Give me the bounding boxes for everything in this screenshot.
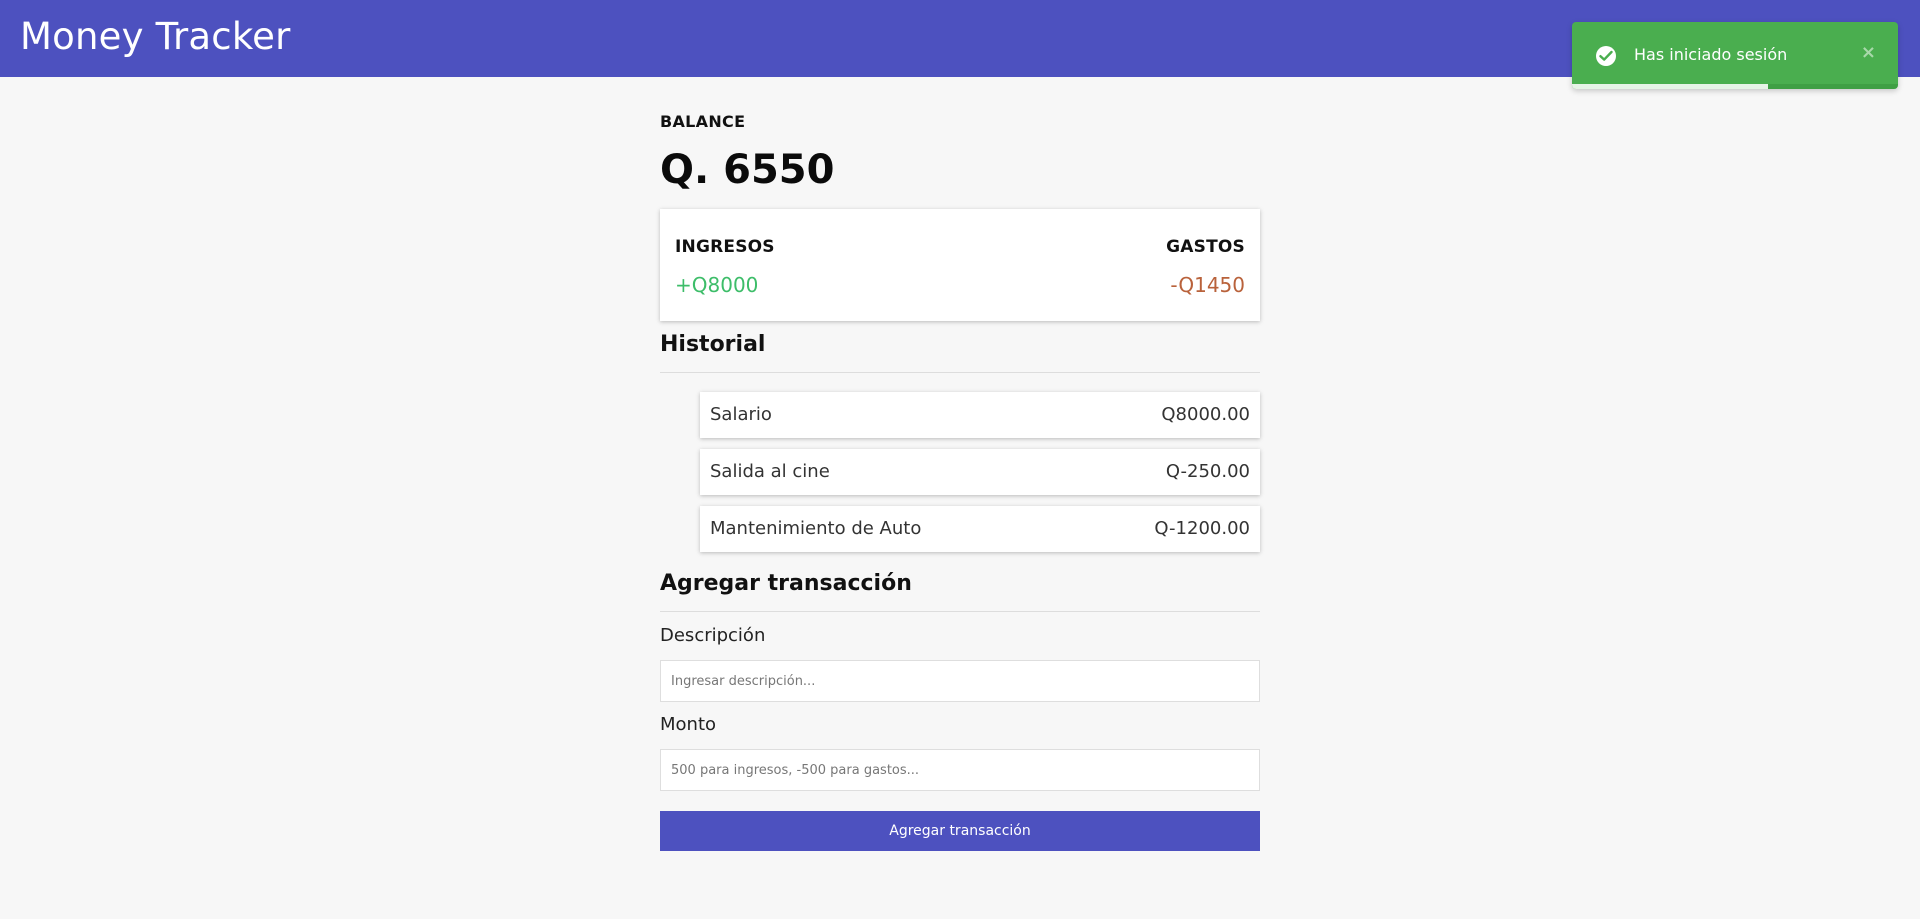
toast-progress-bar: [1572, 84, 1898, 89]
add-transaction-button[interactable]: Agregar transacción: [660, 811, 1260, 851]
check-circle-icon: [1596, 46, 1616, 66]
history-item-description: Mantenimiento de Auto: [710, 518, 922, 539]
expense-label: GASTOS: [1166, 237, 1245, 257]
history-item-amount: Q-1200.00: [1154, 518, 1250, 539]
app-title: Money Tracker: [20, 15, 291, 58]
history-item-amount: Q-250.00: [1165, 461, 1250, 482]
history-item-description: Salida al cine: [710, 461, 830, 482]
description-input[interactable]: [660, 660, 1260, 702]
history-item[interactable]: Mantenimiento de Auto Q-1200.00: [700, 506, 1260, 552]
expense-value: -Q1450: [1170, 273, 1245, 297]
amount-input[interactable]: [660, 749, 1260, 791]
balance-value: Q. 6550: [660, 147, 835, 193]
income-summary: INGRESOS +Q8000: [675, 237, 775, 297]
history-list: Salario Q8000.00 Salida al cine Q-250.00…: [700, 392, 1260, 563]
form-divider: [660, 611, 1260, 612]
expense-summary: GASTOS -Q1450: [1166, 237, 1245, 297]
close-icon[interactable]: ×: [1861, 42, 1876, 63]
summary-card: INGRESOS +Q8000 GASTOS -Q1450: [660, 209, 1260, 321]
history-item[interactable]: Salida al cine Q-250.00: [700, 449, 1260, 495]
income-label: INGRESOS: [675, 237, 775, 257]
description-label: Descripción: [660, 625, 766, 646]
history-title: Historial: [660, 332, 766, 357]
add-transaction-title: Agregar transacción: [660, 571, 912, 596]
balance-label: BALANCE: [660, 112, 746, 131]
history-item-description: Salario: [710, 404, 772, 425]
toast-progress-fill: [1767, 84, 1898, 89]
history-item-amount: Q8000.00: [1161, 404, 1250, 425]
history-divider: [660, 372, 1260, 373]
login-toast[interactable]: Has iniciado sesión ×: [1572, 22, 1898, 89]
toast-message: Has iniciado sesión: [1634, 45, 1788, 64]
history-item[interactable]: Salario Q8000.00: [700, 392, 1260, 438]
amount-label: Monto: [660, 714, 717, 735]
income-value: +Q8000: [675, 273, 759, 297]
